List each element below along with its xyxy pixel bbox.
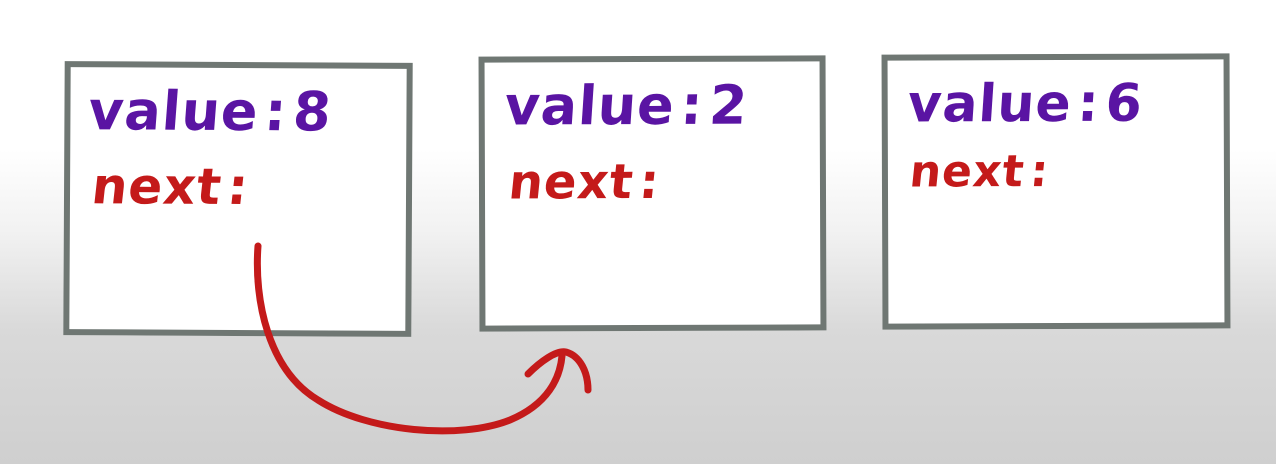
next-pointer-arrow xyxy=(253,242,592,435)
arrow-shaft xyxy=(253,242,566,435)
